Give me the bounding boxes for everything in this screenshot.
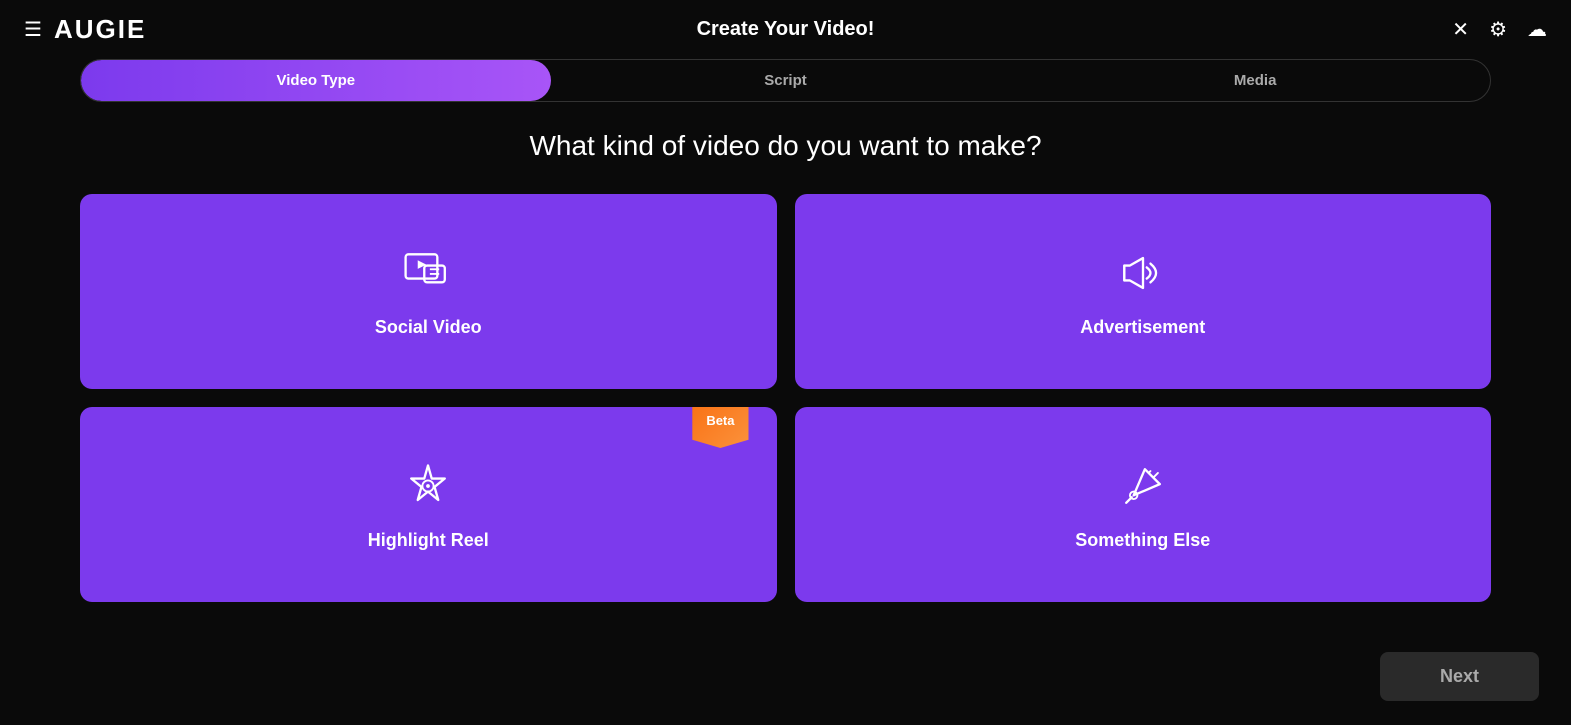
tab-media[interactable]: Media [1020, 60, 1490, 101]
next-button[interactable]: Next [1380, 652, 1539, 701]
beta-badge: Beta [692, 407, 748, 448]
highlight-reel-label: Highlight Reel [368, 530, 489, 551]
progress-tabs: Video Type Script Media [80, 59, 1491, 102]
card-highlight-reel[interactable]: Beta Highlight Reel [80, 407, 777, 602]
advertisement-icon [1115, 245, 1171, 301]
something-else-label: Something Else [1075, 530, 1210, 551]
close-icon[interactable]: ✕ [1452, 20, 1469, 40]
card-advertisement[interactable]: Advertisement [795, 194, 1492, 389]
card-something-else[interactable]: Something Else [795, 407, 1492, 602]
highlight-reel-icon [400, 458, 456, 514]
top-bar-right: ✕ ⚙ ☁ [1452, 20, 1547, 40]
gear-icon[interactable]: ⚙ [1489, 20, 1507, 40]
tab-script[interactable]: Script [551, 60, 1021, 101]
video-type-grid: Social Video Advertisement Beta Highligh… [80, 194, 1491, 602]
top-bar-left: ☰ AUGiE [24, 14, 146, 45]
hamburger-menu-icon[interactable]: ☰ [24, 20, 42, 40]
social-video-label: Social Video [375, 317, 482, 338]
top-bar: ☰ AUGiE Create Your Video! ✕ ⚙ ☁ [0, 0, 1571, 59]
card-social-video[interactable]: Social Video [80, 194, 777, 389]
page-question: What kind of video do you want to make? [80, 130, 1491, 162]
page-title: Create Your Video! [697, 18, 875, 41]
page-content: Video Type Script Media What kind of vid… [0, 59, 1571, 602]
advertisement-label: Advertisement [1080, 317, 1205, 338]
upload-icon[interactable]: ☁ [1527, 20, 1547, 40]
tab-video-type[interactable]: Video Type [81, 60, 551, 101]
bottom-bar: Next [1380, 652, 1539, 701]
social-video-icon [400, 245, 456, 301]
something-else-icon [1115, 458, 1171, 514]
app-logo: AUGiE [54, 14, 146, 45]
